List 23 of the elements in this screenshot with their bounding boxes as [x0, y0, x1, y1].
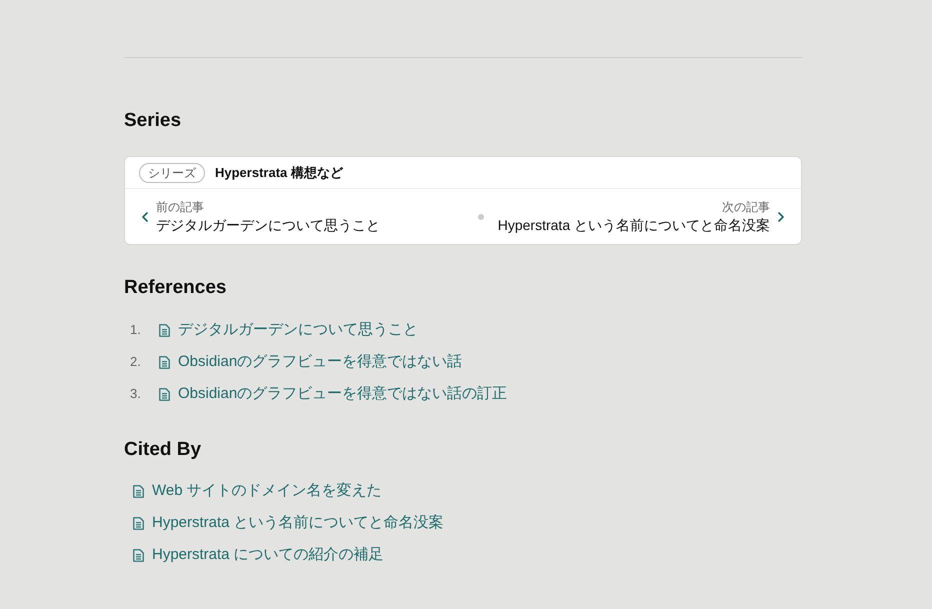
prev-article-link[interactable]: 前の記事 デジタルガーデンについて思うこと — [137, 198, 380, 234]
reference-link[interactable]: デジタルガーデンについて思うこと — [159, 318, 418, 342]
series-title[interactable]: Hyperstrata 構想など — [215, 162, 343, 182]
list-number: 1. — [129, 321, 142, 340]
document-icon — [159, 324, 170, 336]
list-number: 2. — [129, 353, 142, 372]
section-heading: References — [124, 276, 228, 300]
document-icon — [159, 388, 170, 400]
document-icon — [133, 548, 144, 562]
section-heading: Series — [124, 109, 182, 133]
document-icon — [133, 516, 144, 530]
section-heading: Cited By — [124, 438, 202, 462]
next-article-link[interactable]: 次の記事 Hyperstrata という名前についてと命名没案 — [498, 198, 789, 234]
citing-article-link[interactable]: Web サイトのドメイン名を変えた — [133, 480, 382, 502]
reference-link[interactable]: Obsidianのグラフビューを得意ではない話の訂正 — [159, 382, 508, 406]
document-icon — [133, 484, 144, 498]
citing-article-link[interactable]: Hyperstrata という名前についてと命名没案 — [133, 512, 444, 534]
separator-dot-icon — [478, 214, 484, 220]
reference-link[interactable]: Obsidianのグラフビューを得意ではない話 — [159, 350, 462, 374]
document-icon — [159, 356, 170, 368]
series-badge: シリーズ — [139, 162, 205, 182]
list-number: 3. — [129, 385, 142, 404]
citing-article-link[interactable]: Hyperstrata についての紹介の補足 — [133, 544, 384, 566]
